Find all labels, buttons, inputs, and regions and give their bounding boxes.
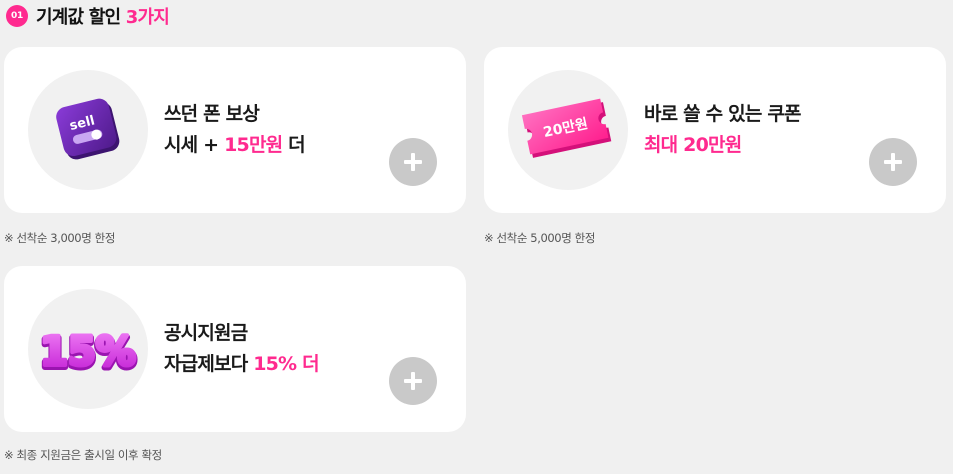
card-text: 쓰던 폰 보상 시세 + 15만원 더 [164, 99, 306, 161]
plus-icon [884, 153, 902, 171]
svg-text:15%: 15% [40, 329, 136, 375]
coupon-card[interactable]: 20만원 바로 쓸 수 있는 쿠폰 최대 20만원 [484, 47, 946, 213]
card-title: 쓰던 폰 보상 [164, 103, 260, 125]
card-note: ※ 선착순 3,000명 한정 [4, 231, 116, 245]
expand-button[interactable] [389, 138, 437, 186]
expand-button[interactable] [389, 357, 437, 405]
card-subtitle: 자급제보다 15% 더 [164, 353, 320, 375]
card-subtitle: 최대 20만원 [644, 134, 742, 156]
section-number-badge: 01 [6, 5, 28, 27]
card-title: 바로 쓸 수 있는 쿠폰 [644, 103, 802, 125]
section-header: 01 기계값 할인 3가지 [6, 4, 170, 28]
coupon-icon: 20만원 [508, 70, 628, 190]
sell-icon: sell [28, 70, 148, 190]
percent-balloon-icon: 15% 15% [28, 289, 148, 409]
card-subtitle: 시세 + 15만원 더 [164, 134, 306, 156]
card-note: ※ 선착순 5,000명 한정 [484, 231, 596, 245]
card-note: ※ 최종 지원금은 출시일 이후 확정 [4, 448, 162, 462]
trade-in-card[interactable]: sell 쓰던 폰 보상 시세 + 15만원 더 [4, 47, 466, 213]
plus-icon [404, 372, 422, 390]
section-title: 기계값 할인 3가지 [36, 7, 170, 28]
card-text: 바로 쓸 수 있는 쿠폰 최대 20만원 [644, 99, 802, 161]
expand-button[interactable] [869, 138, 917, 186]
plus-icon [404, 153, 422, 171]
subsidy-card[interactable]: 15% 15% 공시지원금 자급제보다 15% 더 [4, 266, 466, 432]
card-text: 공시지원금 자급제보다 15% 더 [164, 318, 320, 380]
card-title: 공시지원금 [164, 322, 248, 344]
